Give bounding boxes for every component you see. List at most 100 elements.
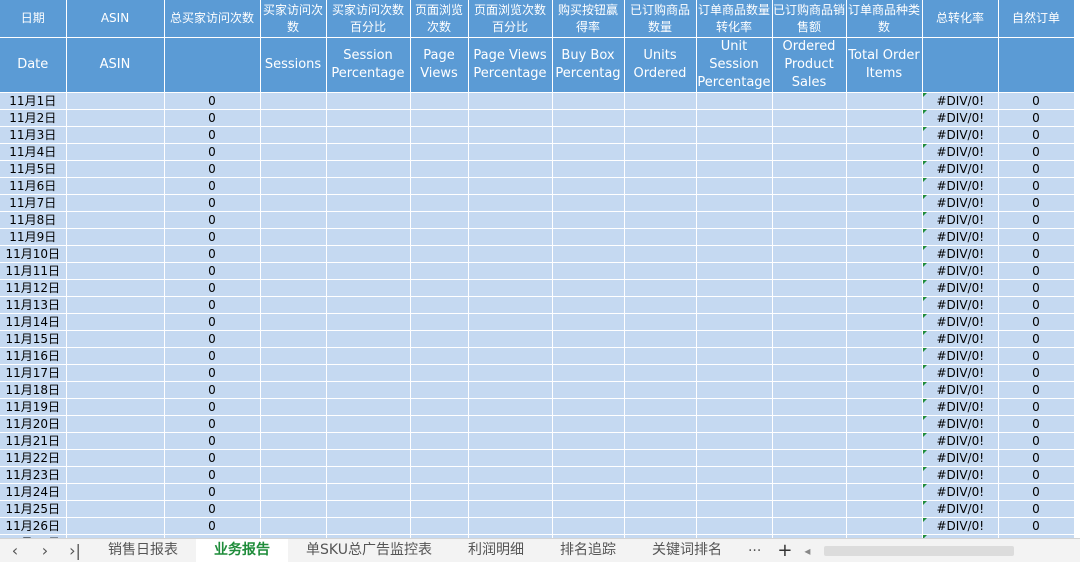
table-cell[interactable] bbox=[468, 262, 553, 280]
table-cell[interactable] bbox=[326, 296, 411, 314]
table-cell[interactable] bbox=[552, 415, 625, 433]
conversion-rate-cell[interactable]: #DIV/0! bbox=[922, 330, 999, 348]
sessions-total-cell[interactable]: 0 bbox=[164, 92, 261, 110]
date-cell[interactable]: 11月14日 bbox=[0, 313, 67, 331]
table-cell[interactable] bbox=[326, 500, 411, 518]
header-cell-cn[interactable]: 已订购商品数量 bbox=[624, 0, 697, 38]
table-cell[interactable] bbox=[410, 347, 469, 365]
table-cell[interactable] bbox=[260, 109, 327, 127]
organic-orders-cell[interactable]: 0 bbox=[998, 92, 1075, 110]
table-cell[interactable] bbox=[468, 126, 553, 144]
date-cell[interactable]: 11月3日 bbox=[0, 126, 67, 144]
organic-orders-cell[interactable]: 0 bbox=[998, 466, 1075, 484]
table-cell[interactable] bbox=[326, 347, 411, 365]
conversion-rate-cell[interactable]: #DIV/0! bbox=[922, 211, 999, 229]
table-cell[interactable] bbox=[696, 126, 773, 144]
table-cell[interactable] bbox=[696, 143, 773, 161]
conversion-rate-cell[interactable]: #DIV/0! bbox=[922, 109, 999, 127]
table-cell[interactable] bbox=[696, 415, 773, 433]
table-cell[interactable] bbox=[772, 364, 847, 382]
table-cell[interactable] bbox=[410, 483, 469, 501]
organic-orders-cell[interactable]: 0 bbox=[998, 245, 1075, 263]
header-cell-en[interactable]: ASIN bbox=[66, 37, 165, 93]
organic-orders-cell[interactable]: 0 bbox=[998, 279, 1075, 297]
table-cell[interactable] bbox=[468, 483, 553, 501]
table-cell[interactable] bbox=[468, 517, 553, 535]
table-cell[interactable] bbox=[410, 381, 469, 399]
date-cell[interactable]: 11月21日 bbox=[0, 432, 67, 450]
date-cell[interactable]: 11月6日 bbox=[0, 177, 67, 195]
table-cell[interactable] bbox=[66, 483, 165, 501]
date-cell[interactable]: 11月17日 bbox=[0, 364, 67, 382]
table-cell[interactable] bbox=[846, 296, 923, 314]
date-cell[interactable]: 11月22日 bbox=[0, 449, 67, 467]
table-cell[interactable] bbox=[260, 279, 327, 297]
sessions-total-cell[interactable]: 0 bbox=[164, 313, 261, 331]
table-cell[interactable] bbox=[326, 313, 411, 331]
table-cell[interactable] bbox=[772, 177, 847, 195]
table-cell[interactable] bbox=[624, 279, 697, 297]
sheet-tab-daily-sales[interactable]: 销售日报表 bbox=[90, 539, 196, 562]
table-cell[interactable] bbox=[326, 517, 411, 535]
table-cell[interactable] bbox=[66, 92, 165, 110]
table-cell[interactable] bbox=[468, 500, 553, 518]
date-cell[interactable]: 11月4日 bbox=[0, 143, 67, 161]
table-cell[interactable] bbox=[624, 517, 697, 535]
table-cell[interactable] bbox=[696, 466, 773, 484]
table-cell[interactable] bbox=[846, 109, 923, 127]
date-cell[interactable]: 11月2日 bbox=[0, 109, 67, 127]
conversion-rate-cell[interactable]: #DIV/0! bbox=[922, 177, 999, 195]
table-cell[interactable] bbox=[696, 449, 773, 467]
table-cell[interactable] bbox=[624, 330, 697, 348]
conversion-rate-cell[interactable]: #DIV/0! bbox=[922, 398, 999, 416]
organic-orders-cell[interactable]: 0 bbox=[998, 313, 1075, 331]
table-cell[interactable] bbox=[66, 160, 165, 178]
table-cell[interactable] bbox=[468, 177, 553, 195]
table-cell[interactable] bbox=[326, 245, 411, 263]
table-cell[interactable] bbox=[772, 160, 847, 178]
table-cell[interactable] bbox=[66, 228, 165, 246]
table-cell[interactable] bbox=[468, 415, 553, 433]
table-cell[interactable] bbox=[410, 143, 469, 161]
table-cell[interactable] bbox=[552, 517, 625, 535]
table-cell[interactable] bbox=[696, 381, 773, 399]
table-cell[interactable] bbox=[696, 432, 773, 450]
organic-orders-cell[interactable]: 0 bbox=[998, 432, 1075, 450]
table-cell[interactable] bbox=[772, 381, 847, 399]
table-cell[interactable] bbox=[846, 364, 923, 382]
table-cell[interactable] bbox=[326, 364, 411, 382]
conversion-rate-cell[interactable]: #DIV/0! bbox=[922, 364, 999, 382]
table-cell[interactable] bbox=[326, 398, 411, 416]
table-cell[interactable] bbox=[624, 313, 697, 331]
scroll-left-icon[interactable]: ◂ bbox=[800, 544, 814, 558]
table-cell[interactable] bbox=[624, 228, 697, 246]
table-cell[interactable] bbox=[624, 449, 697, 467]
table-cell[interactable] bbox=[696, 194, 773, 212]
table-cell[interactable] bbox=[468, 109, 553, 127]
sessions-total-cell[interactable]: 0 bbox=[164, 296, 261, 314]
table-cell[interactable] bbox=[696, 330, 773, 348]
date-cell[interactable]: 11月20日 bbox=[0, 415, 67, 433]
table-cell[interactable] bbox=[66, 109, 165, 127]
table-cell[interactable] bbox=[410, 296, 469, 314]
table-cell[interactable] bbox=[696, 262, 773, 280]
date-cell[interactable]: 11月13日 bbox=[0, 296, 67, 314]
table-cell[interactable] bbox=[260, 517, 327, 535]
table-cell[interactable] bbox=[552, 313, 625, 331]
spreadsheet-grid[interactable]: 日期 ASIN 总买家访问次数 买家访问次数 买家访问次数百分比 页面浏览次数 … bbox=[0, 0, 1080, 538]
table-cell[interactable] bbox=[772, 483, 847, 501]
table-cell[interactable] bbox=[326, 109, 411, 127]
table-cell[interactable] bbox=[552, 245, 625, 263]
sessions-total-cell[interactable]: 0 bbox=[164, 160, 261, 178]
date-cell[interactable]: 11月9日 bbox=[0, 228, 67, 246]
header-cell-cn[interactable]: 买家访问次数 bbox=[260, 0, 327, 38]
table-cell[interactable] bbox=[410, 279, 469, 297]
table-cell[interactable] bbox=[410, 415, 469, 433]
table-cell[interactable] bbox=[468, 398, 553, 416]
table-cell[interactable] bbox=[410, 466, 469, 484]
table-cell[interactable] bbox=[772, 313, 847, 331]
date-cell[interactable]: 11月16日 bbox=[0, 347, 67, 365]
header-cell-cn[interactable]: 订单商品种类数 bbox=[846, 0, 923, 38]
date-cell[interactable]: 11月25日 bbox=[0, 500, 67, 518]
table-cell[interactable] bbox=[66, 432, 165, 450]
